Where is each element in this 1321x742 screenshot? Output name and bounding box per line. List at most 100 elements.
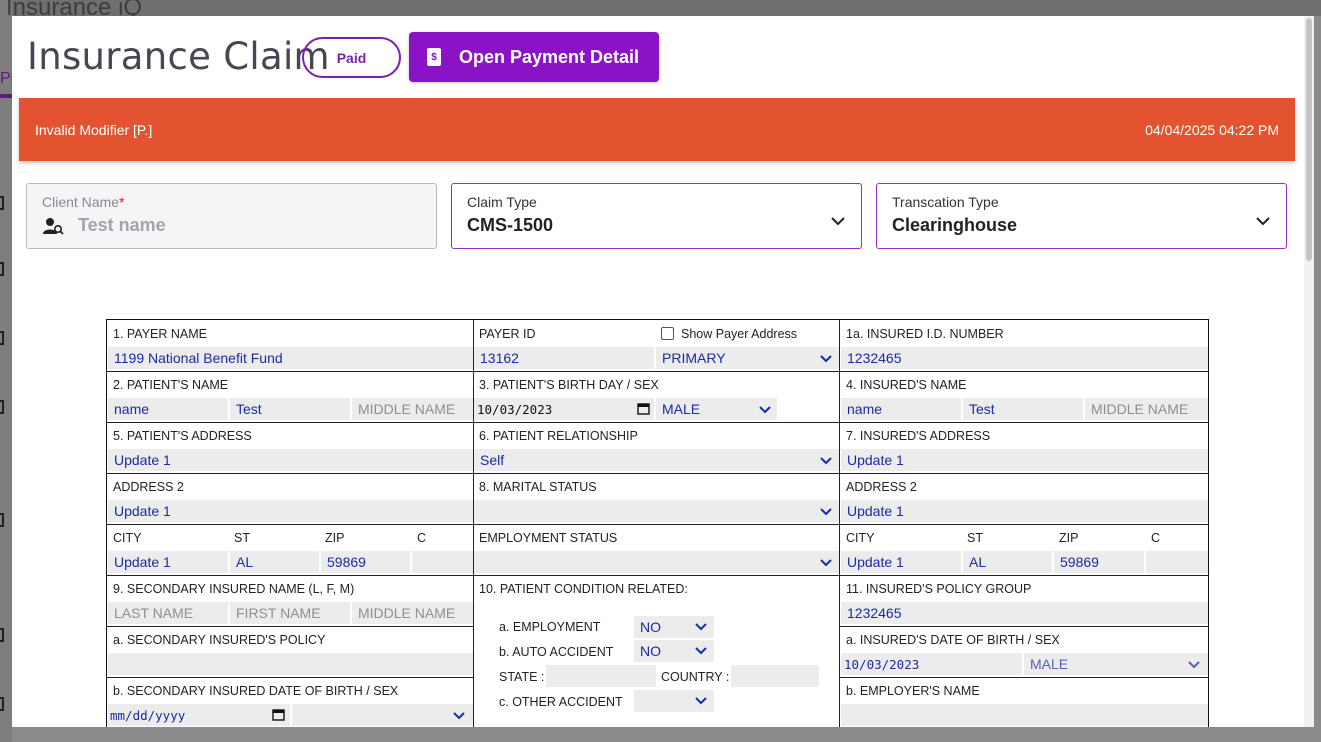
insured-country-input[interactable]	[1146, 551, 1208, 573]
insured-address-input[interactable]: Update 1	[841, 449, 1208, 471]
patient-address2-label: ADDRESS 2	[113, 480, 184, 494]
patient-address2-input[interactable]: Update 1	[108, 500, 473, 522]
background-checkbox	[0, 628, 4, 642]
patient-name-label: 2. PATIENT'S NAME	[113, 378, 229, 392]
patient-country-input[interactable]	[412, 551, 473, 573]
accident-country-input[interactable]	[731, 665, 819, 687]
chevron-down-icon	[695, 697, 707, 705]
row-divider	[840, 626, 1209, 627]
other-accident-label: c. OTHER ACCIDENT	[499, 695, 623, 709]
transaction-type-value: Clearinghouse	[892, 215, 1018, 235]
insured-dob-input[interactable]: 10/03/2023	[841, 653, 1022, 675]
page-title: Insurance Claim	[27, 35, 330, 78]
condition-related-label: 10. PATIENT CONDITION RELATED:	[479, 582, 688, 596]
birth-date-label: 3. PATIENT'S BIRTH DAY / SEX	[479, 378, 659, 392]
client-name-input[interactable]: Test name	[78, 215, 166, 236]
policy-group-input[interactable]: 1232465	[841, 602, 1208, 624]
secondary-name-label: 9. SECONDARY INSURED NAME (L, F, M)	[113, 582, 355, 596]
chevron-down-icon	[453, 712, 465, 720]
row-divider	[107, 473, 1209, 474]
background-checkbox	[0, 697, 4, 711]
calendar-icon[interactable]	[272, 708, 285, 721]
insured-id-label: 1a. INSURED I.D. NUMBER	[846, 327, 1004, 341]
invoice-icon: $	[427, 48, 441, 66]
show-payer-address-checkbox[interactable]	[661, 327, 674, 340]
secondary-middle-name-input[interactable]: MIDDLE NAME	[352, 602, 473, 624]
patient-city-label: CITY	[113, 531, 142, 545]
insured-city-input[interactable]: Update 1	[841, 551, 961, 573]
claim-type-value: CMS-1500	[467, 215, 554, 235]
transaction-type-label: Transcation Type	[892, 194, 999, 210]
patient-middle-name-input[interactable]: MIDDLE NAME	[352, 398, 473, 420]
patient-zip-label: ZIP	[325, 531, 345, 545]
chevron-down-icon	[695, 623, 707, 631]
payer-id-input[interactable]: 13162	[474, 347, 654, 369]
payer-name-input[interactable]: 1199 National Benefit Fund	[108, 347, 473, 369]
patient-zip-input[interactable]: 59869	[321, 551, 410, 573]
auto-accident-label: b. AUTO ACCIDENT	[499, 645, 614, 659]
insured-zip-input[interactable]: 59869	[1054, 551, 1144, 573]
scrollbar-thumb[interactable]	[1306, 18, 1312, 261]
secondary-sex-select[interactable]	[292, 704, 473, 726]
patient-address-label: 5. PATIENT'S ADDRESS	[113, 429, 252, 443]
insurance-claim-modal: Insurance Claim Paid $ Open Payment Deta…	[12, 16, 1304, 727]
chevron-down-icon	[820, 508, 832, 516]
insured-name-label: 4. INSURED'S NAME	[846, 378, 967, 392]
insured-sex-select[interactable]: MALE	[1024, 653, 1208, 675]
insured-address2-input[interactable]: Update 1	[841, 500, 1208, 522]
accident-state-input[interactable]	[546, 665, 656, 687]
secondary-last-name-input[interactable]: LAST NAME	[108, 602, 228, 624]
patient-state-input[interactable]: AL	[230, 551, 319, 573]
insured-last-name-input[interactable]: Test	[963, 398, 1083, 420]
insured-middle-name-input[interactable]: MIDDLE NAME	[1085, 398, 1208, 420]
insured-id-input[interactable]: 1232465	[841, 347, 1208, 369]
background-checkbox	[0, 400, 4, 414]
patient-last-name-input[interactable]: Test	[230, 398, 350, 420]
background-top-bar	[0, 0, 1321, 16]
secondary-dob-label: b. SECONDARY INSURED DATE OF BIRTH / SEX	[113, 684, 399, 698]
patient-city-input[interactable]: Update 1	[108, 551, 228, 573]
relationship-select[interactable]: Self	[474, 449, 839, 471]
row-divider	[107, 524, 1209, 525]
insured-city-label: CITY	[846, 531, 875, 545]
claim-type-select[interactable]: Claim Type CMS-1500	[451, 183, 862, 249]
transaction-type-select[interactable]: Transcation Type Clearinghouse	[876, 183, 1287, 249]
marital-status-select[interactable]	[474, 500, 839, 522]
payer-id-label: PAYER ID	[479, 327, 536, 341]
user-search-icon	[43, 218, 64, 235]
background-checkbox	[0, 196, 4, 210]
patient-birth-date-input[interactable]: 10/03/2023	[474, 398, 654, 420]
chevron-down-icon	[695, 647, 707, 655]
employer-name-input[interactable]	[841, 704, 1208, 726]
client-name-field[interactable]: Client Name* Test name	[26, 183, 437, 249]
secondary-first-name-input[interactable]: FIRST NAME	[230, 602, 350, 624]
patient-address-input[interactable]: Update 1	[108, 449, 473, 471]
secondary-policy-input[interactable]	[108, 653, 473, 675]
insured-zip-label: ZIP	[1059, 531, 1079, 545]
secondary-dob-input[interactable]: mm/dd/yyyy	[108, 704, 290, 726]
calendar-icon[interactable]	[637, 402, 650, 415]
background-checkbox	[0, 513, 4, 527]
chevron-down-icon	[831, 217, 845, 226]
employment-status-label: EMPLOYMENT STATUS	[479, 531, 618, 545]
background-checkbox	[0, 331, 4, 345]
insured-c-label: C	[1151, 531, 1161, 545]
payer-priority-select[interactable]: PRIMARY	[656, 347, 839, 369]
insured-dob-label: a. INSURED'S DATE OF BIRTH / SEX	[846, 633, 1060, 647]
modal-scrollbar[interactable]	[1304, 16, 1314, 727]
chevron-down-icon	[1256, 217, 1270, 226]
insured-first-name-input[interactable]: name	[841, 398, 961, 420]
insured-state-input[interactable]: AL	[963, 551, 1052, 573]
row-divider	[107, 422, 1209, 423]
chevron-down-icon	[759, 406, 771, 414]
insured-address-label: 7. INSURED'S ADDRESS	[846, 429, 991, 443]
error-banner: Invalid Modifier [P.] 04/04/2025 04:22 P…	[19, 98, 1295, 161]
status-badge: Paid	[302, 37, 401, 78]
employment-status-select[interactable]	[474, 551, 839, 573]
secondary-policy-label: a. SECONDARY INSURED'S POLICY	[113, 633, 326, 647]
open-payment-detail-button[interactable]: $ Open Payment Detail	[409, 32, 659, 82]
patient-first-name-input[interactable]: name	[108, 398, 228, 420]
state-label: STATE :	[499, 670, 545, 684]
relationship-label: 6. PATIENT RELATIONSHIP	[479, 429, 638, 443]
claim-type-label: Claim Type	[467, 194, 537, 210]
